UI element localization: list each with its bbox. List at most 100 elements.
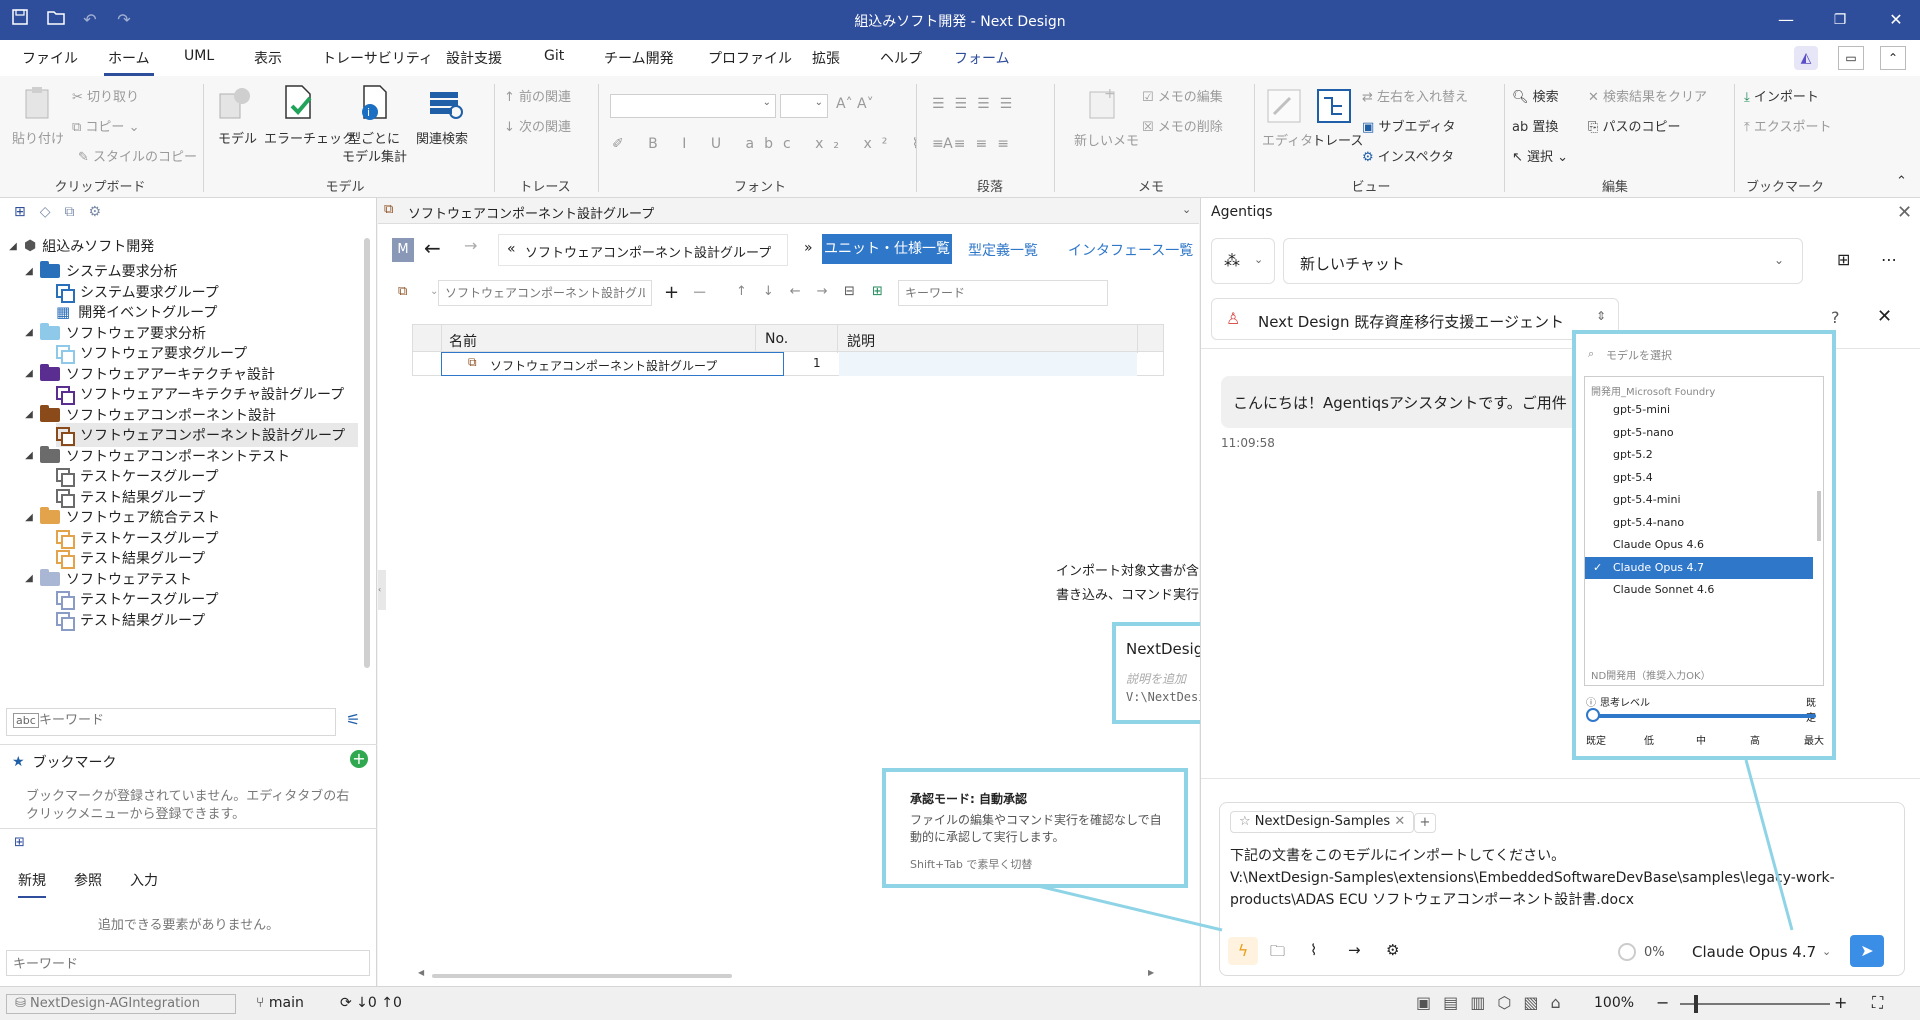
attachment-chip[interactable]: ☆ NextDesign-Samples ✕ <box>1230 811 1415 833</box>
model-option[interactable]: gpt-5-mini <box>1585 399 1813 421</box>
tab-git[interactable]: Git <box>540 48 568 64</box>
export-table-icon[interactable]: ⊞ <box>872 284 883 299</box>
table-settings-icon[interactable]: ⊟ <box>844 284 855 299</box>
select-button[interactable]: ↖ 選択 ⌄ <box>1512 146 1568 165</box>
gear-icon[interactable]: ⚙ <box>1386 941 1399 959</box>
back-icon[interactable]: ← <box>424 236 441 260</box>
send-button[interactable]: ➤ <box>1850 935 1884 967</box>
tab-design-support[interactable]: 設計支援 <box>442 48 506 68</box>
editor-icon[interactable] <box>1264 86 1304 126</box>
copy-path-button[interactable]: ⎘ パスのコピー <box>1588 116 1681 135</box>
prompt-text[interactable]: 下記の文書をこのモデルにインポートしてください。 V:\NextDesign-S… <box>1230 845 1890 911</box>
paste-button[interactable]: 貼り付け <box>12 128 64 147</box>
toolbox-search-input[interactable] <box>6 950 370 976</box>
font-family-select[interactable]: ⌄ <box>610 94 776 118</box>
search-button[interactable]: 🔍︎ 検索 <box>1512 86 1559 105</box>
error-check-button[interactable]: エラーチェック <box>264 128 355 147</box>
paperclip-icon[interactable]: ⌇ <box>1310 941 1317 959</box>
structure-icon[interactable]: ⊞ <box>14 204 26 220</box>
expand-icon[interactable]: ◢ <box>22 327 36 338</box>
folder-icon[interactable]: 🗀︎ <box>1270 941 1285 966</box>
copy-icon[interactable]: ⧉ <box>65 204 75 220</box>
tab-interfaces[interactable]: インタフェース一覧 <box>1068 240 1193 260</box>
expand-icon[interactable]: ◢ <box>6 241 20 252</box>
inspector-button[interactable]: ⚙ インスペクタ <box>1362 146 1454 165</box>
trace-view-button[interactable]: トレース <box>1312 130 1363 149</box>
model-option[interactable]: gpt-5.4 <box>1585 467 1813 489</box>
expand-icon[interactable]: ◢ <box>22 266 36 277</box>
collapse-panel-handle[interactable]: ‹ <box>378 570 386 610</box>
tab-new[interactable]: 新規 <box>18 870 46 898</box>
tab-file[interactable]: ファイル <box>18 48 82 68</box>
model-search[interactable]: ⌕ モデルを選択 <box>1584 340 1824 368</box>
trace-view-icon[interactable] <box>1314 86 1354 126</box>
zoom-in-icon[interactable]: + <box>1834 993 1847 1012</box>
breadcrumb-next-icon[interactable]: » <box>804 240 813 256</box>
name-cell[interactable]: ⧉ ソフトウェアコンポーネント設計グループ <box>441 352 784 376</box>
table-row[interactable]: ⧉ ソフトウェアコンポーネント設計グループ 1 <box>412 352 1164 376</box>
model-option[interactable]: Claude Sonnet 4.6 <box>1585 579 1813 601</box>
tab-type-definitions[interactable]: 型定義一覧 <box>968 240 1038 260</box>
horizontal-scrollbar[interactable]: ◀ <box>418 968 1110 978</box>
replace-button[interactable]: ab 置換 <box>1512 116 1558 135</box>
model-button[interactable]: モデル <box>218 128 257 147</box>
collapse-ribbon-icon[interactable]: ⌃ <box>1880 46 1906 70</box>
tab-help[interactable]: ヘルプ <box>876 48 926 68</box>
table-keyword-input[interactable] <box>898 280 1108 306</box>
expand-icon[interactable]: ◢ <box>22 573 36 584</box>
add-row-icon[interactable]: + <box>664 282 679 303</box>
copy-button[interactable]: ⧉ コピー ⌄ <box>72 116 139 135</box>
tab-team[interactable]: チーム開発 <box>600 48 678 68</box>
move-arrows-icon[interactable]: ↑↓←→ <box>736 284 844 299</box>
model-select[interactable]: Claude Opus 4.7 <box>1692 943 1816 961</box>
col-description[interactable]: 説明 <box>847 331 875 351</box>
font-size-select[interactable]: ⌄ <box>780 94 828 118</box>
col-name[interactable]: 名前 <box>449 331 477 351</box>
model-option[interactable]: Claude Opus 4.6 <box>1585 534 1813 556</box>
close-window-icon[interactable]: ✕ <box>1884 8 1908 32</box>
tree-root[interactable]: ◢ ⬢ 組込みソフト開発 <box>6 234 154 258</box>
model-option[interactable]: gpt-5.2 <box>1585 444 1813 466</box>
ribbon-collapse-icon[interactable]: ⌃ <box>1896 174 1907 189</box>
export-button[interactable]: ⤒ エクスポート <box>1744 116 1832 135</box>
model-aggregate-button[interactable]: モデル集計 <box>342 146 407 165</box>
next-relation-button[interactable]: ↓ 次の関連 <box>504 116 571 135</box>
add-attachment-icon[interactable]: + <box>1414 813 1436 833</box>
scrollbar-thumb[interactable] <box>432 974 732 978</box>
tab-extension[interactable]: 拡張 <box>808 48 844 68</box>
clear-results-button[interactable]: ✕ 検索結果をクリア <box>1588 86 1707 105</box>
close-panel-icon[interactable]: ✕ <box>1897 202 1912 223</box>
branch-indicator[interactable]: ⑂ main <box>256 995 304 1011</box>
type-filter-input[interactable] <box>438 280 652 306</box>
add-bookmark-icon[interactable]: + <box>350 750 368 768</box>
fit-screen-icon[interactable]: ⛶ <box>1872 993 1883 1013</box>
swap-button[interactable]: ⇄ 左右を入れ替え <box>1362 86 1468 105</box>
sub-editor-button[interactable]: ▣ サブエディタ <box>1362 116 1456 135</box>
zoom-slider[interactable] <box>1680 995 1830 1013</box>
tree-filter-icon[interactable]: ⚟ <box>346 710 360 729</box>
row-description[interactable] <box>839 352 1137 376</box>
tree-search[interactable]: abc <box>6 708 336 736</box>
tab-form[interactable]: フォーム <box>950 48 1014 68</box>
editor-tab-title[interactable]: ソフトウェアコンポーネント設計グループ <box>408 203 654 222</box>
project-indicator[interactable]: ⛁ NextDesign-AGIntegration <box>6 994 236 1014</box>
prev-relation-button[interactable]: ↑ 前の関連 <box>504 86 571 105</box>
paste-icon[interactable] <box>18 84 58 124</box>
tab-reference[interactable]: 参照 <box>74 870 102 890</box>
layout-icons[interactable]: ▣▤▥⬡▧⌂ <box>1416 993 1573 1012</box>
effort-slider-thumb[interactable] <box>1586 708 1600 722</box>
minimize-icon[interactable]: — <box>1774 8 1798 32</box>
settings-icon[interactable]: ⚙ <box>89 204 102 220</box>
delete-memo-button[interactable]: ☒ メモの削除 <box>1142 116 1223 135</box>
style-copy-button[interactable]: ✎ スタイルのコピー <box>78 146 197 165</box>
model-icon[interactable] <box>214 84 254 124</box>
expand-icon[interactable]: ◢ <box>22 512 36 523</box>
tab-home[interactable]: ホーム <box>104 48 154 76</box>
agent-icon[interactable]: ◭ <box>1794 46 1818 70</box>
close-agent-icon[interactable]: ✕ <box>1877 306 1892 327</box>
align-icons[interactable]: ≡≡≡≡ <box>932 136 1019 152</box>
help-icon[interactable]: ? <box>1831 308 1840 327</box>
editor-button[interactable]: エディタ <box>1262 130 1313 149</box>
related-search-icon[interactable] <box>426 84 466 124</box>
tree-item[interactable]: テスト結果グループ <box>56 608 205 632</box>
